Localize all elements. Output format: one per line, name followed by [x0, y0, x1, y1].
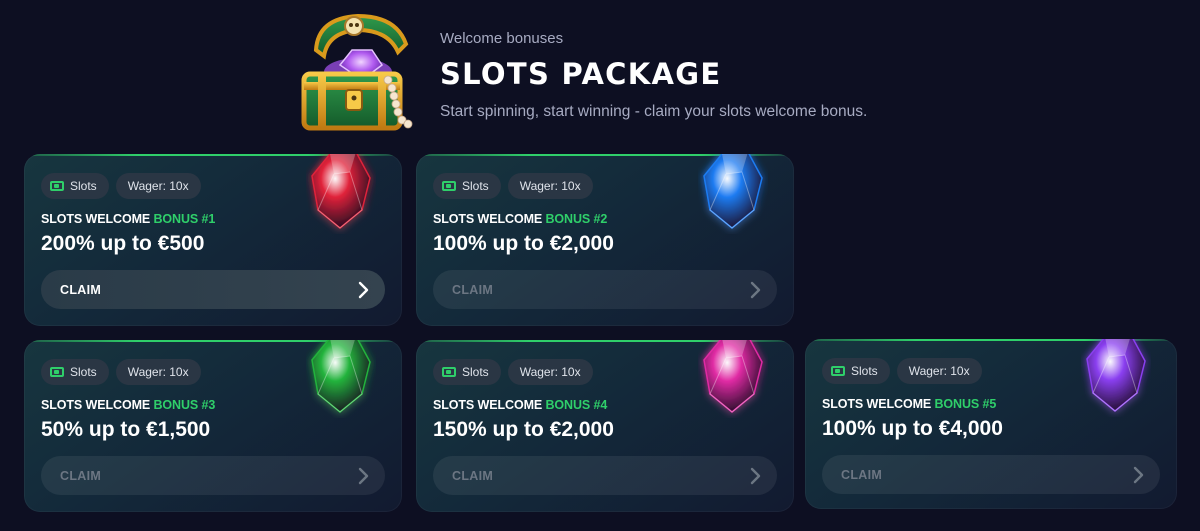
tag-slots-label: Slots — [462, 365, 489, 379]
chevron-right-icon — [358, 467, 369, 484]
tag-slots: Slots — [41, 173, 109, 199]
slot-machine-icon — [50, 181, 64, 191]
bonus-card-3: Slots Wager: 10x SLOTS WELCOME BONUS #3 … — [24, 340, 402, 512]
red-gem-icon — [311, 154, 371, 229]
tag-wager: Wager: 10x — [896, 358, 982, 384]
bonus-label: SLOTS WELCOME BONUS #3 — [41, 398, 215, 412]
slot-machine-icon — [442, 367, 456, 377]
tag-slots-label: Slots — [70, 179, 97, 193]
tag-list: Slots Wager: 10x — [41, 173, 201, 199]
bonus-label-number: BONUS #4 — [545, 398, 608, 412]
blue-gem-icon — [703, 154, 763, 229]
tag-slots: Slots — [433, 359, 501, 385]
bonus-card-5: Slots Wager: 10x SLOTS WELCOME BONUS #5 … — [805, 339, 1177, 509]
page-subtitle: Welcome bonuses — [440, 30, 564, 47]
tag-wager: Wager: 10x — [115, 173, 201, 199]
slot-machine-icon — [442, 181, 456, 191]
bonus-label-prefix: SLOTS WELCOME — [822, 397, 932, 411]
tag-slots-label: Slots — [851, 364, 878, 378]
purple-gem-icon — [1086, 339, 1146, 412]
bonus-amount: 100% up to €4,000 — [822, 417, 1003, 440]
tag-wager: Wager: 10x — [507, 173, 593, 199]
bonus-amount: 100% up to €2,000 — [433, 232, 614, 255]
tag-slots: Slots — [822, 358, 890, 384]
claim-button[interactable]: CLAIM — [41, 456, 385, 495]
slot-machine-icon — [831, 366, 845, 376]
page-title: SLOTS PACKAGE — [440, 57, 722, 91]
bonus-amount: 200% up to €500 — [41, 232, 205, 255]
bonus-label-prefix: SLOTS WELCOME — [433, 398, 543, 412]
bonus-label-prefix: SLOTS WELCOME — [41, 212, 151, 226]
bonus-card-4: Slots Wager: 10x SLOTS WELCOME BONUS #4 … — [416, 340, 794, 512]
claim-button[interactable]: CLAIM — [41, 270, 385, 309]
claim-button-label: CLAIM — [452, 468, 494, 483]
claim-button-label: CLAIM — [60, 468, 102, 483]
claim-button[interactable]: CLAIM — [433, 270, 777, 309]
treasure-chest-icon — [288, 10, 418, 135]
tag-list: Slots Wager: 10x — [433, 173, 593, 199]
tag-list: Slots Wager: 10x — [433, 359, 593, 385]
bonus-label: SLOTS WELCOME BONUS #2 — [433, 212, 607, 226]
chevron-right-icon — [358, 281, 369, 298]
bonus-label-number: BONUS #2 — [545, 212, 608, 226]
bonus-card-2: Slots Wager: 10x SLOTS WELCOME BONUS #2 … — [416, 154, 794, 326]
bonus-label-number: BONUS #5 — [934, 397, 997, 411]
bonus-label-number: BONUS #1 — [153, 212, 216, 226]
tag-wager: Wager: 10x — [507, 359, 593, 385]
header: Welcome bonuses SLOTS PACKAGE Start spin… — [440, 30, 867, 121]
bonus-label-prefix: SLOTS WELCOME — [433, 212, 543, 226]
tag-slots: Slots — [433, 173, 501, 199]
claim-button[interactable]: CLAIM — [822, 455, 1160, 494]
tag-list: Slots Wager: 10x — [41, 359, 201, 385]
green-gem-icon — [311, 340, 371, 413]
claim-button[interactable]: CLAIM — [433, 456, 777, 495]
bonus-amount: 150% up to €2,000 — [433, 418, 614, 441]
tag-slots-label: Slots — [70, 365, 97, 379]
pink-gem-icon — [703, 340, 763, 413]
bonus-label-number: BONUS #3 — [153, 398, 216, 412]
chevron-right-icon — [750, 467, 761, 484]
chevron-right-icon — [1133, 466, 1144, 483]
bonus-amount: 50% up to €1,500 — [41, 418, 211, 441]
tag-slots-label: Slots — [462, 179, 489, 193]
claim-button-label: CLAIM — [452, 282, 494, 297]
bonus-card-1: Slots Wager: 10x SLOTS WELCOME BONUS #1 … — [24, 154, 402, 326]
page-tagline: Start spinning, start winning - claim yo… — [440, 103, 868, 120]
bonus-label: SLOTS WELCOME BONUS #1 — [41, 212, 215, 226]
tag-list: Slots Wager: 10x — [822, 358, 982, 384]
bonus-label: SLOTS WELCOME BONUS #5 — [822, 397, 996, 411]
claim-button-label: CLAIM — [841, 467, 883, 482]
claim-button-label: CLAIM — [60, 282, 102, 297]
tag-slots: Slots — [41, 359, 109, 385]
chevron-right-icon — [750, 281, 761, 298]
tag-wager: Wager: 10x — [115, 359, 201, 385]
slot-machine-icon — [50, 367, 64, 377]
bonus-label-prefix: SLOTS WELCOME — [41, 398, 151, 412]
bonus-label: SLOTS WELCOME BONUS #4 — [433, 398, 607, 412]
